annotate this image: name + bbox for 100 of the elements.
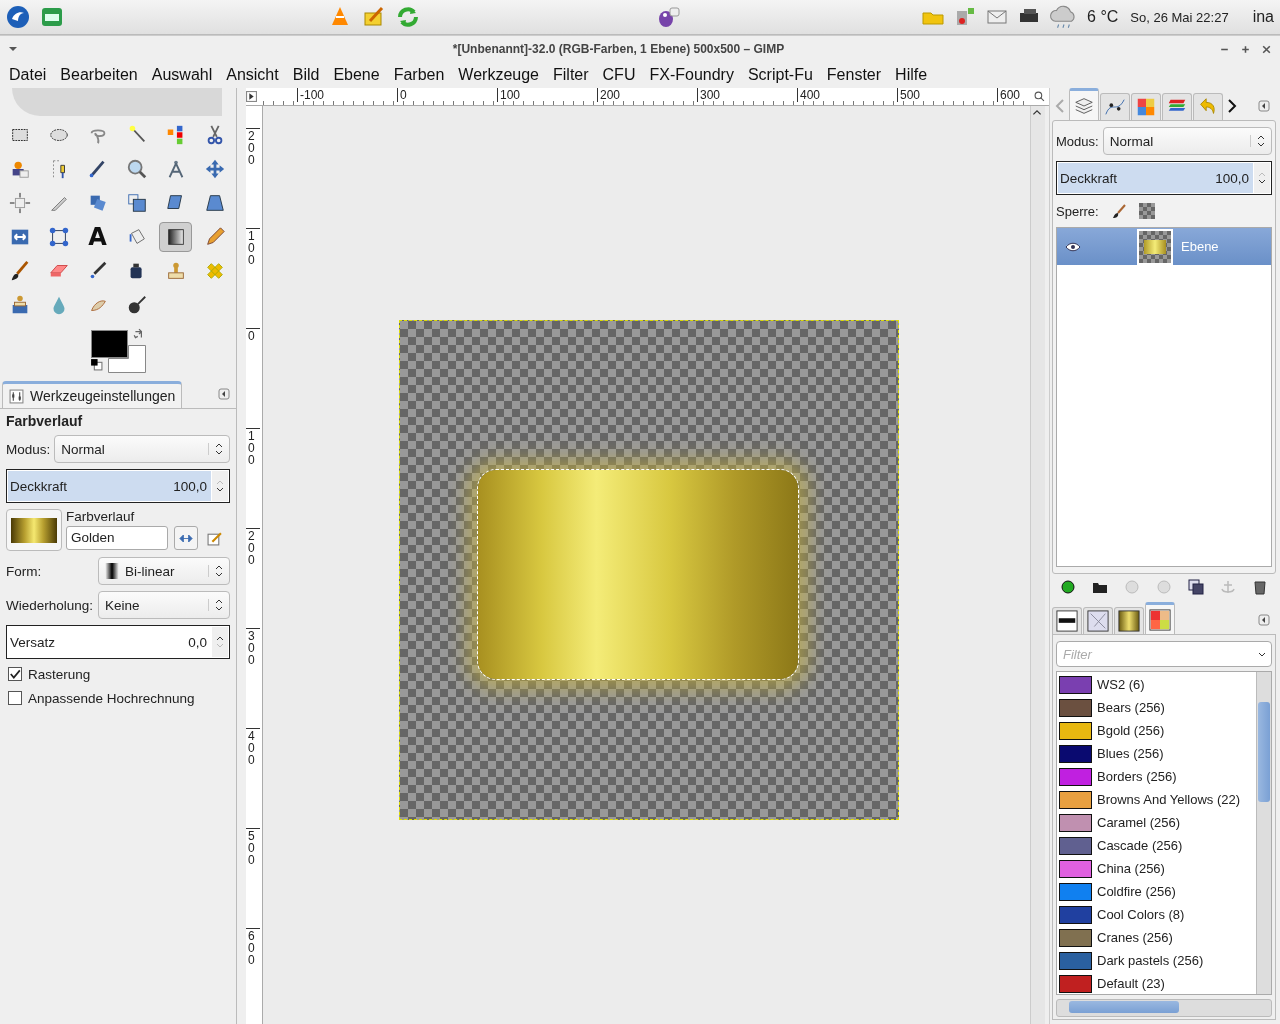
palette-item[interactable]: Caramel (256) bbox=[1057, 811, 1256, 834]
filter-field[interactable]: Filter bbox=[1061, 645, 1257, 663]
bird-icon[interactable] bbox=[656, 5, 680, 29]
sliders-icon bbox=[9, 388, 24, 404]
color-grid-icon bbox=[1135, 96, 1157, 118]
trash-icon[interactable] bbox=[1252, 579, 1268, 595]
gradient-preview-button[interactable] bbox=[6, 509, 62, 551]
dock-menu-icon[interactable] bbox=[218, 388, 230, 400]
gradient-label: Farbverlauf bbox=[66, 509, 136, 524]
menu-arrow-icon[interactable] bbox=[246, 91, 257, 102]
pattern-icon bbox=[1087, 610, 1109, 632]
start-menu-icon[interactable] bbox=[6, 5, 30, 29]
checkbox[interactable] bbox=[8, 667, 22, 681]
palette-item[interactable]: Cool Colors (8) bbox=[1057, 903, 1256, 926]
cage-icon bbox=[47, 226, 70, 248]
background-color-swatch[interactable] bbox=[108, 345, 146, 373]
filter-combobox[interactable]: Filter bbox=[1056, 641, 1272, 667]
palette-item[interactable]: Default (23) bbox=[1057, 972, 1256, 994]
ruler-label: 500 bbox=[897, 88, 921, 102]
menu-item[interactable]: Werkzeuge bbox=[451, 66, 546, 84]
duplicate-icon[interactable] bbox=[1188, 579, 1204, 595]
channels-tab[interactable] bbox=[1100, 93, 1130, 120]
close-icon[interactable] bbox=[1261, 43, 1272, 55]
brushes-tab[interactable] bbox=[1052, 607, 1082, 634]
brush-icon[interactable] bbox=[1110, 203, 1127, 219]
palette-item[interactable]: Coldfire (256) bbox=[1057, 880, 1256, 903]
shape-dropdown[interactable]: Bi-linear bbox=[98, 557, 230, 585]
tool-button[interactable] bbox=[159, 222, 192, 252]
palette-item[interactable]: Dark pastels (256) bbox=[1057, 949, 1256, 972]
menu-item[interactable]: Farben bbox=[386, 66, 452, 84]
palette-item[interactable]: Bears (256) bbox=[1057, 696, 1256, 719]
palette-item[interactable]: Bgold (256) bbox=[1057, 719, 1256, 742]
menu-item[interactable]: Datei bbox=[2, 66, 54, 84]
menu-item[interactable]: Bearbeiten bbox=[53, 66, 145, 84]
palette-item[interactable]: Borders (256) bbox=[1057, 765, 1256, 788]
ruler-label: 200 bbox=[246, 128, 260, 166]
dock-menu-icon[interactable] bbox=[1258, 614, 1270, 626]
mode-label: Modus: bbox=[6, 441, 51, 457]
palette-item[interactable]: WS2 (6) bbox=[1057, 673, 1256, 696]
paths-tab[interactable] bbox=[1162, 93, 1192, 120]
colormap-tab[interactable] bbox=[1131, 93, 1161, 120]
tool-button[interactable]: A bbox=[81, 222, 114, 252]
swap-arrows-icon[interactable] bbox=[133, 328, 145, 340]
window-menu-caret-icon[interactable] bbox=[8, 44, 18, 54]
menu-item[interactable]: Hilfe bbox=[888, 66, 935, 84]
temperature-text: 6 °C bbox=[1087, 8, 1119, 26]
clock-text[interactable]: So, 26 Mai 22:27 bbox=[1130, 9, 1229, 25]
maximize-icon[interactable] bbox=[1240, 43, 1251, 55]
chevron-right-icon[interactable] bbox=[1227, 98, 1237, 114]
tab-label: Werkzeugeinstellungen bbox=[30, 388, 176, 404]
app-window-icon[interactable] bbox=[40, 5, 64, 29]
crosshair-square-icon bbox=[8, 192, 31, 214]
up-down-arrows-icon bbox=[208, 599, 223, 611]
ruler-label: 0 bbox=[246, 328, 260, 342]
gradient-name-field[interactable]: Golden bbox=[66, 526, 168, 550]
mode-dropdown[interactable]: Normal bbox=[54, 435, 230, 463]
menu-item[interactable]: Ansicht bbox=[219, 66, 286, 84]
eye-icon[interactable] bbox=[1065, 241, 1081, 252]
menu-item[interactable]: Auswahl bbox=[144, 66, 220, 84]
opacity-slider[interactable]: Deckkraft 100,0 bbox=[8, 471, 211, 501]
dock-menu-icon[interactable] bbox=[1258, 100, 1270, 112]
checker-icon[interactable] bbox=[1138, 203, 1155, 219]
new-layer-icon[interactable] bbox=[1060, 579, 1076, 595]
opacity-slider[interactable]: Deckkraft 100,0 bbox=[1058, 163, 1253, 193]
palettes-tab[interactable] bbox=[1145, 602, 1175, 634]
menu-item[interactable]: Fenster bbox=[819, 66, 889, 84]
palette-item[interactable]: Blues (256) bbox=[1057, 742, 1256, 765]
lock-label: Sperre: bbox=[1056, 203, 1099, 219]
ruler-label: 200 bbox=[246, 528, 260, 566]
vertical-scrollbar[interactable] bbox=[1256, 672, 1271, 994]
refresh-icon[interactable] bbox=[396, 5, 420, 29]
mode-dropdown[interactable]: Normal bbox=[1102, 127, 1272, 155]
double-arrow-icon bbox=[179, 533, 193, 543]
zoom-icon[interactable] bbox=[1034, 91, 1045, 102]
menu-item[interactable]: CFU bbox=[595, 66, 643, 84]
foreground-color-swatch[interactable] bbox=[91, 330, 128, 358]
horizontal-scrollbar[interactable] bbox=[1056, 999, 1272, 1017]
gradients-tab[interactable] bbox=[1114, 607, 1144, 634]
vertical-scrollbar[interactable] bbox=[1030, 106, 1045, 1024]
tool-options-tab[interactable]: Werkzeugeinstellungen bbox=[2, 381, 183, 408]
palette-item[interactable]: Cranes (256) bbox=[1057, 926, 1256, 949]
menu-item[interactable]: Filter bbox=[546, 66, 596, 84]
menu-item[interactable]: Bild bbox=[285, 66, 327, 84]
menu-item[interactable]: FX-Foundry bbox=[642, 66, 741, 84]
menu-item[interactable]: Ebene bbox=[326, 66, 387, 84]
notepad-pencil-icon[interactable] bbox=[362, 5, 386, 29]
palette-item[interactable]: China (256) bbox=[1057, 857, 1256, 880]
palette-item[interactable]: Browns And Yellows (22) bbox=[1057, 788, 1256, 811]
palette-item[interactable]: Cascade (256) bbox=[1057, 834, 1256, 857]
layers-tab[interactable] bbox=[1069, 88, 1099, 120]
reverse-button[interactable] bbox=[174, 526, 198, 550]
ruler-label: -100 bbox=[297, 88, 325, 102]
default-colors-icon[interactable] bbox=[90, 358, 103, 371]
repeat-dropdown[interactable]: Keine bbox=[98, 591, 230, 619]
user-name[interactable]: ina bbox=[1252, 8, 1274, 26]
edit-icon[interactable] bbox=[207, 530, 222, 546]
ruler-label: 400 bbox=[797, 88, 821, 102]
gradient-bar-icon bbox=[1118, 610, 1140, 632]
checkbox[interactable] bbox=[8, 691, 22, 705]
menu-item[interactable]: Script-Fu bbox=[740, 66, 820, 84]
